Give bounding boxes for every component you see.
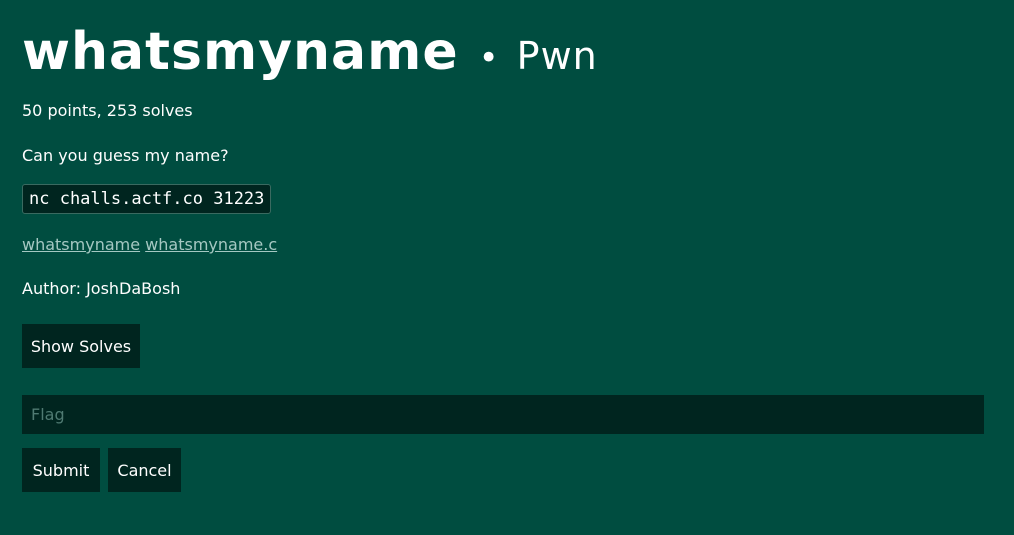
challenge-name: whatsmyname — [22, 22, 459, 82]
title-separator: • — [478, 38, 499, 78]
file-link-source[interactable]: whatsmyname.c — [145, 235, 277, 254]
challenge-points-solves: 50 points, 253 solves — [22, 101, 193, 120]
show-solves-button[interactable]: Show Solves — [22, 324, 140, 368]
challenge-page: whatsmyname • Pwn 50 points, 253 solves … — [0, 0, 1014, 535]
file-link-binary[interactable]: whatsmyname — [22, 235, 140, 254]
challenge-files: whatsmyname whatsmyname.c — [22, 235, 277, 255]
challenge-title: whatsmyname • Pwn — [22, 22, 598, 82]
flag-input[interactable] — [22, 395, 984, 434]
challenge-description: Can you guess my name? — [22, 146, 229, 165]
cancel-button[interactable]: Cancel — [108, 448, 181, 492]
submit-button[interactable]: Submit — [22, 448, 100, 492]
challenge-category: Pwn — [516, 34, 598, 78]
connection-command: nc challs.actf.co 31223 — [22, 184, 272, 214]
challenge-author: Author: JoshDaBosh — [22, 279, 181, 298]
